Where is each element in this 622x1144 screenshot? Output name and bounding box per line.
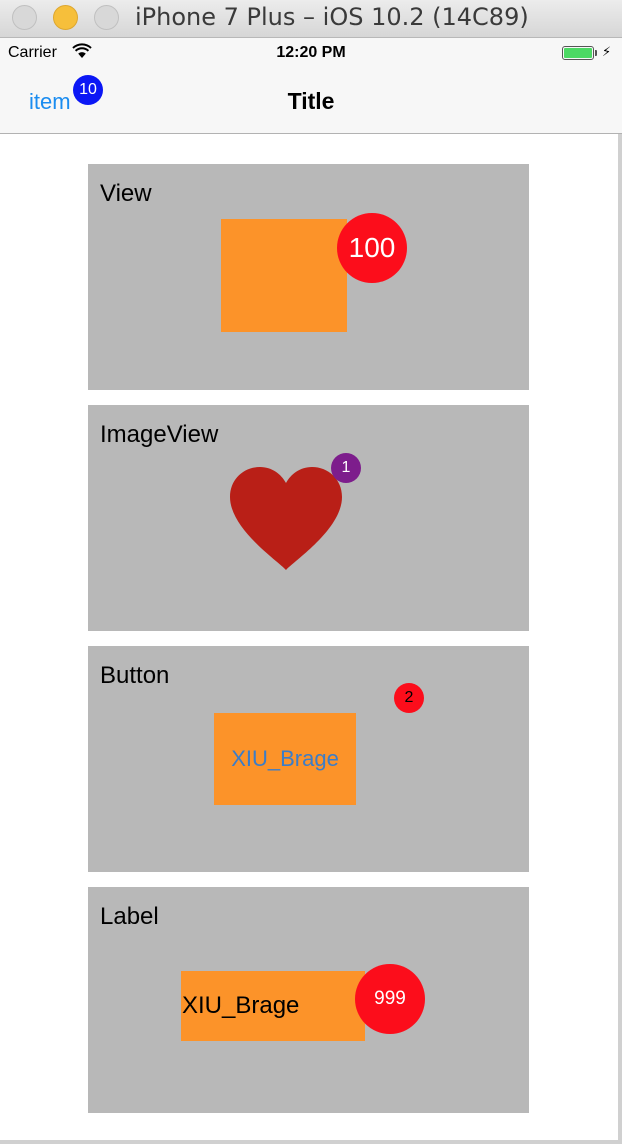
nav-title: Title bbox=[287, 88, 335, 114]
navigation-bar: item 10 Title bbox=[0, 68, 622, 134]
imageview-panel-label: ImageView bbox=[100, 421, 219, 448]
status-time: 12:20 PM bbox=[276, 44, 346, 61]
window-minimize-button[interactable] bbox=[53, 5, 78, 30]
view-panel: View 100 bbox=[88, 164, 529, 390]
button-panel: Button XIU_Brage 2 bbox=[88, 646, 529, 872]
view-badge: 100 bbox=[337, 213, 407, 283]
status-bar: Carrier 12:20 PM ⚡ bbox=[0, 38, 622, 68]
window-close-button[interactable] bbox=[12, 5, 37, 30]
battery-cap bbox=[595, 50, 597, 56]
imageview-badge: 1 bbox=[331, 453, 361, 483]
label-panel-label: Label bbox=[100, 903, 159, 930]
window-bottom-edge bbox=[0, 1140, 622, 1144]
battery-icon bbox=[562, 46, 594, 60]
simulator-title-bar: iPhone 7 Plus – iOS 10.2 (14C89) bbox=[0, 0, 622, 38]
charging-bolt-icon: ⚡ bbox=[602, 44, 612, 59]
label-badge: 999 bbox=[355, 964, 425, 1034]
xiu-brage-button[interactable]: XIU_Brage bbox=[214, 713, 356, 805]
orange-view bbox=[221, 219, 347, 332]
battery-level-fill bbox=[564, 48, 592, 58]
button-badge: 2 bbox=[394, 683, 424, 713]
window-right-edge bbox=[618, 134, 622, 1144]
window-title: iPhone 7 Plus – iOS 10.2 (14C89) bbox=[135, 3, 529, 31]
imageview-panel: ImageView 1 bbox=[88, 405, 529, 631]
window-zoom-button[interactable] bbox=[94, 5, 119, 30]
label-panel: Label XIU_Brage 999 bbox=[88, 887, 529, 1113]
heart-icon bbox=[228, 465, 344, 578]
xiu-brage-label: XIU_Brage bbox=[181, 971, 365, 1041]
view-panel-label: View bbox=[100, 180, 152, 207]
button-panel-label: Button bbox=[100, 662, 170, 689]
